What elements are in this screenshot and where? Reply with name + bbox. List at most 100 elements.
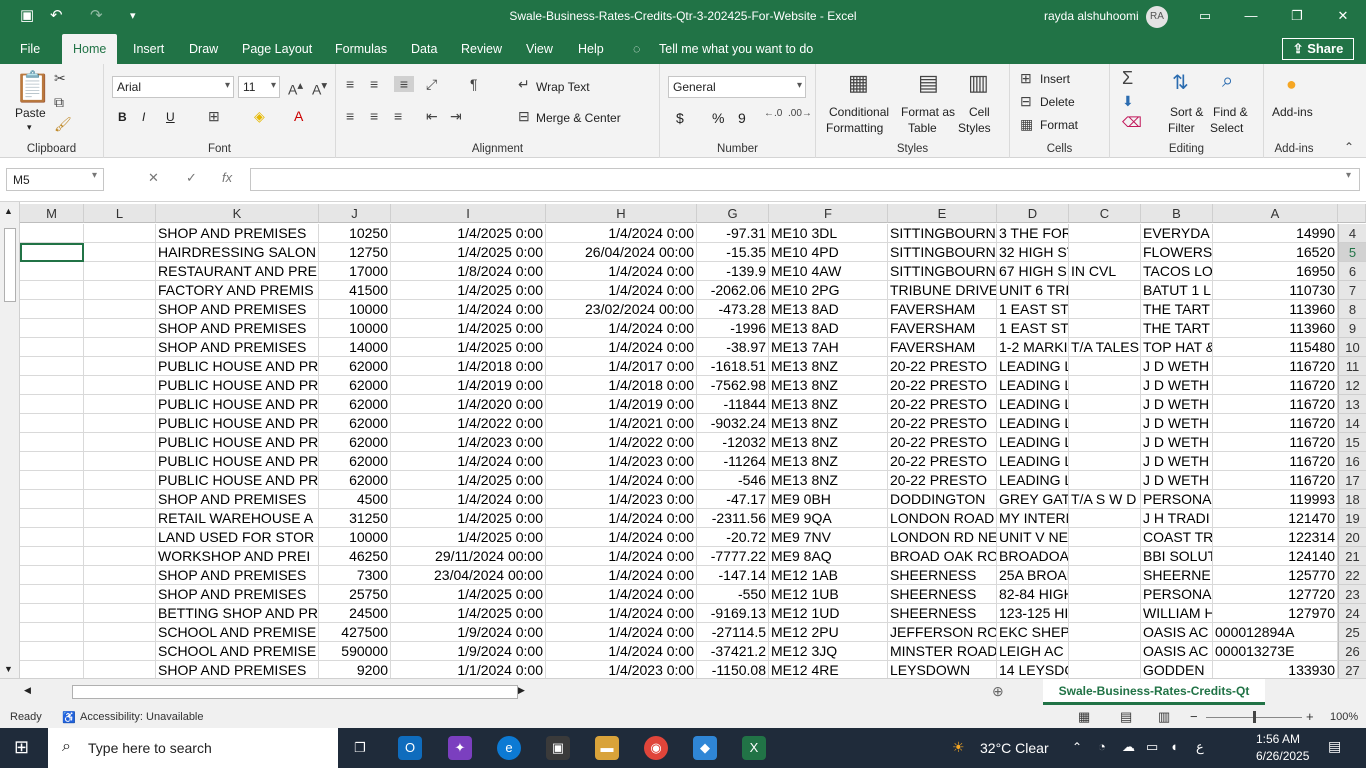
cell-j[interactable]: 14000	[319, 338, 391, 357]
cell-j[interactable]: 62000	[319, 414, 391, 433]
cell-c[interactable]	[1069, 566, 1141, 585]
paste-icon[interactable]: 📋	[14, 70, 51, 105]
top-align-icon[interactable]: ≡	[346, 76, 354, 92]
cell-h[interactable]: 1/4/2024 0:00	[546, 604, 697, 623]
cell-c[interactable]: IN CVL	[1069, 262, 1141, 281]
cell-m[interactable]	[20, 642, 84, 661]
tray-chevron-icon[interactable]: ⌃	[1072, 740, 1082, 754]
tab-insert[interactable]: Insert	[133, 42, 164, 56]
column-header-i[interactable]: I	[391, 204, 546, 223]
tab-home[interactable]: Home	[62, 34, 118, 64]
horizontal-scrollbar[interactable]	[72, 685, 518, 699]
cell-l[interactable]	[84, 262, 156, 281]
cell-f[interactable]: ME12 1AB	[769, 566, 888, 585]
cell-d[interactable]: 1-2 MARKI	[997, 338, 1069, 357]
conditional-formatting-button[interactable]: Conditional	[829, 105, 889, 119]
cut-icon[interactable]: ✂	[54, 70, 66, 87]
network-icon[interactable]: ◔	[1098, 739, 1106, 754]
cell-d[interactable]: 32 HIGH ST	[997, 243, 1069, 262]
cell-c[interactable]	[1069, 319, 1141, 338]
minimize-icon[interactable]: —	[1236, 4, 1266, 28]
notification-icon[interactable]: ▤	[1328, 738, 1341, 755]
cell-h[interactable]: 1/4/2024 0:00	[546, 528, 697, 547]
row-header[interactable]: 8	[1338, 300, 1366, 319]
column-header-j[interactable]: J	[319, 204, 391, 223]
cell-h[interactable]: 1/4/2024 0:00	[546, 262, 697, 281]
cell-b[interactable]: SHEERNE	[1141, 566, 1213, 585]
cell-i[interactable]: 1/4/2025 0:00	[391, 224, 546, 243]
cell-d[interactable]: 1 EAST STREET	[997, 300, 1069, 319]
cell-l[interactable]	[84, 433, 156, 452]
cell-b[interactable]: COAST TR	[1141, 528, 1213, 547]
row-header[interactable]: 11	[1338, 357, 1366, 376]
cell-b[interactable]: THE TART	[1141, 300, 1213, 319]
cell-g[interactable]: -11264	[697, 452, 769, 471]
cell-g[interactable]: -1996	[697, 319, 769, 338]
row-header[interactable]: 6	[1338, 262, 1366, 281]
user-name[interactable]: rayda alshuhoomi	[1044, 9, 1139, 23]
expand-formula-icon[interactable]: ▾	[1346, 170, 1351, 181]
cell-d[interactable]: LEADING LIGHT	[997, 433, 1069, 452]
cell-f[interactable]: ME12 2PU	[769, 623, 888, 642]
cell-c[interactable]	[1069, 281, 1141, 300]
cell-j[interactable]: 41500	[319, 281, 391, 300]
orientation-icon[interactable]: ⤢	[426, 76, 437, 93]
sort-filter-icon[interactable]: ⇅	[1172, 70, 1189, 95]
cell-c[interactable]	[1069, 243, 1141, 262]
cell-c[interactable]	[1069, 452, 1141, 471]
cell-f[interactable]: ME9 8AQ	[769, 547, 888, 566]
cell-j[interactable]: 17000	[319, 262, 391, 281]
cell-h[interactable]: 26/04/2024 00:00	[546, 243, 697, 262]
cell-g[interactable]: -7777.22	[697, 547, 769, 566]
column-header-g[interactable]: G	[697, 204, 769, 223]
column-header-a[interactable]: A	[1213, 204, 1338, 223]
cell-l[interactable]	[84, 338, 156, 357]
cell-m[interactable]	[20, 224, 84, 243]
column-header-e[interactable]: E	[888, 204, 997, 223]
cell-i[interactable]: 1/8/2024 0:00	[391, 262, 546, 281]
cell-m[interactable]	[20, 376, 84, 395]
windows-start-icon[interactable]: ⊞	[14, 737, 29, 758]
row-header[interactable]: 25	[1338, 623, 1366, 642]
cell-m[interactable]	[20, 243, 84, 262]
cell-m[interactable]	[20, 547, 84, 566]
close-icon[interactable]: ✕	[1328, 4, 1358, 28]
bottom-align-icon[interactable]: ≡	[394, 76, 414, 92]
cell-a[interactable]: 116720	[1213, 376, 1338, 395]
cell-j[interactable]: 10250	[319, 224, 391, 243]
weather-icon[interactable]: ☀	[952, 739, 965, 756]
cell-b[interactable]: J D WETH	[1141, 395, 1213, 414]
row-header[interactable]: 27	[1338, 661, 1366, 678]
cell-l[interactable]	[84, 528, 156, 547]
autosum-icon[interactable]: Σ	[1122, 68, 1133, 89]
cell-l[interactable]	[84, 414, 156, 433]
cell-a[interactable]: 000012894A	[1213, 623, 1338, 642]
cell-i[interactable]: 1/4/2019 0:00	[391, 376, 546, 395]
cell-i[interactable]: 1/4/2022 0:00	[391, 414, 546, 433]
column-header-l[interactable]: L	[84, 204, 156, 223]
cell-f[interactable]: ME13 8NZ	[769, 395, 888, 414]
cell-g[interactable]: -9169.13	[697, 604, 769, 623]
sort-filter-button[interactable]: Sort &	[1170, 105, 1203, 119]
cell-g[interactable]: -38.97	[697, 338, 769, 357]
zoom-out-icon[interactable]: −	[1190, 709, 1198, 724]
cell-k[interactable]: WORKSHOP AND PREI	[156, 547, 319, 566]
cell-d[interactable]: EKC SHEPPEY SEC	[997, 623, 1069, 642]
wrap-text-icon[interactable]: ↵	[518, 76, 530, 93]
cell-f[interactable]: ME12 4RE	[769, 661, 888, 678]
cell-e[interactable]: BROAD OAK RO	[888, 547, 997, 566]
column-header-m[interactable]: M	[20, 204, 84, 223]
chrome-icon[interactable]: ◉	[644, 736, 668, 760]
cell-d[interactable]: 82-84 HIGH STREET	[997, 585, 1069, 604]
cell-b[interactable]: PERSONA	[1141, 585, 1213, 604]
decrease-decimal-icon[interactable]: .00→	[788, 108, 812, 119]
cell-a[interactable]: 113960	[1213, 319, 1338, 338]
normal-view-icon[interactable]: ▦	[1078, 709, 1090, 725]
cell-a[interactable]: 133930	[1213, 661, 1338, 678]
name-box[interactable]: M5	[6, 168, 104, 191]
cell-f[interactable]: ME12 1UB	[769, 585, 888, 604]
cell-e[interactable]: 20-22 PRESTO	[888, 357, 997, 376]
cell-c[interactable]	[1069, 661, 1141, 678]
cell-j[interactable]: 427500	[319, 623, 391, 642]
cell-e[interactable]: 20-22 PRESTO	[888, 452, 997, 471]
